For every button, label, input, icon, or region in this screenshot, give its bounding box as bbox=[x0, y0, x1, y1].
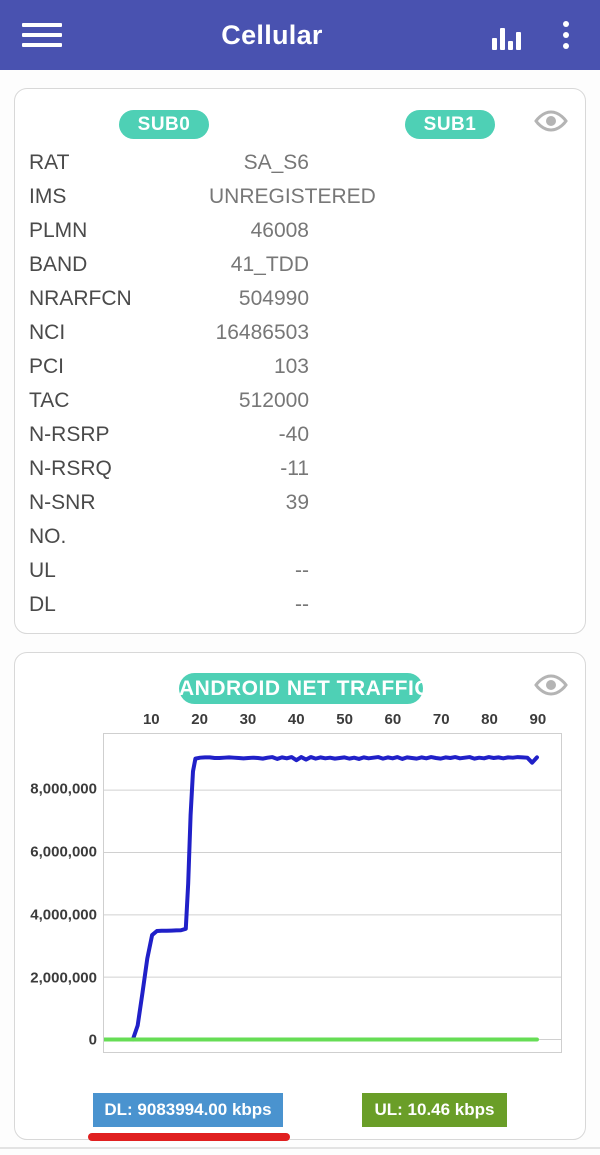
table-row: N-RSRQ -11 bbox=[29, 457, 571, 491]
row-key: NO. bbox=[29, 525, 67, 548]
chart-y-axis: 0 2,000,000 4,000,000 6,000,000 8,000,000 bbox=[15, 733, 103, 1053]
table-row: PCI 103 bbox=[29, 355, 571, 389]
row-key: N-RSRQ bbox=[29, 457, 112, 480]
ul-rate-badge[interactable]: UL: 10.46 kbps bbox=[362, 1093, 507, 1127]
eye-icon[interactable] bbox=[534, 673, 568, 702]
dl-underline-highlight bbox=[88, 1133, 290, 1141]
row-value: -40 bbox=[278, 423, 309, 446]
x-tick-label: 60 bbox=[384, 711, 402, 728]
row-key: PCI bbox=[29, 355, 65, 378]
table-row: UL -- bbox=[29, 559, 571, 593]
series-line-dl bbox=[133, 757, 537, 1039]
row-key: RAT bbox=[29, 151, 70, 174]
dl-rate-badge[interactable]: DL: 9083994.00 kbps bbox=[93, 1093, 283, 1127]
chart-plot-area bbox=[103, 733, 562, 1053]
row-value: -11 bbox=[280, 457, 309, 480]
kebab-dot bbox=[563, 21, 569, 27]
y-tick-label: 0 bbox=[88, 1031, 97, 1049]
y-tick-label: 8,000,000 bbox=[30, 780, 97, 798]
table-row: IMS UNREGISTERED bbox=[29, 185, 571, 219]
row-value: 16486503 bbox=[215, 321, 309, 344]
row-key: TAC bbox=[29, 389, 70, 412]
table-row: BAND 41_TDD bbox=[29, 253, 571, 287]
row-key: NCI bbox=[29, 321, 66, 344]
y-tick-label: 6,000,000 bbox=[30, 843, 97, 861]
kebab-dot bbox=[563, 43, 569, 49]
x-tick-label: 70 bbox=[432, 711, 450, 728]
row-value: 103 bbox=[273, 355, 309, 378]
kebab-dot bbox=[563, 32, 569, 38]
row-value: 41_TDD bbox=[230, 253, 309, 276]
kebab-menu-icon[interactable] bbox=[552, 18, 580, 52]
row-value: SA_S6 bbox=[243, 151, 309, 174]
page-title: Cellular bbox=[221, 19, 323, 50]
x-tick-label: 20 bbox=[191, 711, 208, 728]
x-tick-label: 80 bbox=[481, 711, 498, 728]
table-row: N-RSRP -40 bbox=[29, 423, 571, 457]
row-value: UNREGISTERED bbox=[209, 185, 376, 208]
x-tick-label: 50 bbox=[336, 711, 353, 728]
app-bar: Cellular bbox=[0, 0, 600, 70]
table-row: RAT SA_S6 bbox=[29, 151, 571, 185]
row-key: UL bbox=[29, 559, 56, 582]
chart-x-axis: 10 20 30 40 50 60 70 80 90 bbox=[103, 711, 587, 733]
table-row: TAC 512000 bbox=[29, 389, 571, 423]
bottom-divider bbox=[0, 1147, 600, 1149]
sub1-chip[interactable]: SUB1 bbox=[405, 110, 495, 139]
x-tick-label: 40 bbox=[287, 711, 305, 728]
net-traffic-card: ANDROID NET TRAFFIC 10 20 30 40 50 60 70 80 90 0… bbox=[14, 652, 586, 1140]
cellular-info-rows: RAT SA_S6 IMS UNREGISTERED PLMN 46008 BA… bbox=[29, 151, 571, 627]
row-value: -- bbox=[295, 559, 309, 582]
chart-title-chip[interactable]: ANDROID NET TRAFFIC bbox=[179, 673, 429, 704]
table-row: PLMN 46008 bbox=[29, 219, 571, 253]
y-tick-label: 4,000,000 bbox=[30, 906, 97, 924]
cellular-info-card: SUB0 SUB1 RAT SA_S6 IMS UNREGISTERED PLM… bbox=[14, 88, 586, 634]
row-key: NRARFCN bbox=[29, 287, 132, 310]
table-row: NO. bbox=[29, 525, 571, 559]
row-value: -- bbox=[295, 593, 309, 616]
bar-chart-icon[interactable] bbox=[492, 20, 526, 50]
sub0-chip[interactable]: SUB0 bbox=[119, 110, 209, 139]
row-key: PLMN bbox=[29, 219, 88, 242]
chart-plot-wrapper: 0 2,000,000 4,000,000 6,000,000 8,000,000 bbox=[15, 733, 587, 1053]
row-key: IMS bbox=[29, 185, 67, 208]
app-root: Cellular SUB0 SUB1 RAT SA_S6 IMS UNREGIS… bbox=[0, 0, 600, 1155]
row-key: N-RSRP bbox=[29, 423, 110, 446]
row-value: 512000 bbox=[238, 389, 309, 412]
table-row: NCI 16486503 bbox=[29, 321, 571, 355]
table-row: DL -- bbox=[29, 593, 571, 627]
bar-chart-bar bbox=[508, 41, 513, 50]
x-tick-label: 10 bbox=[142, 711, 160, 728]
bar-chart-bar bbox=[500, 28, 505, 50]
row-key: BAND bbox=[29, 253, 88, 276]
x-tick-label: 30 bbox=[239, 711, 257, 728]
y-tick-label: 2,000,000 bbox=[30, 969, 97, 987]
eye-icon[interactable] bbox=[534, 109, 568, 138]
table-row: N-SNR 39 bbox=[29, 491, 571, 525]
table-row: NRARFCN 504990 bbox=[29, 287, 571, 321]
x-tick-label: 90 bbox=[529, 711, 547, 728]
row-value: 46008 bbox=[250, 219, 309, 242]
bar-chart-bar bbox=[492, 38, 497, 50]
row-key: DL bbox=[29, 593, 56, 616]
row-value: 39 bbox=[285, 491, 309, 514]
row-key: N-SNR bbox=[29, 491, 96, 514]
row-value: 504990 bbox=[238, 287, 309, 310]
bar-chart-bar bbox=[516, 32, 521, 50]
